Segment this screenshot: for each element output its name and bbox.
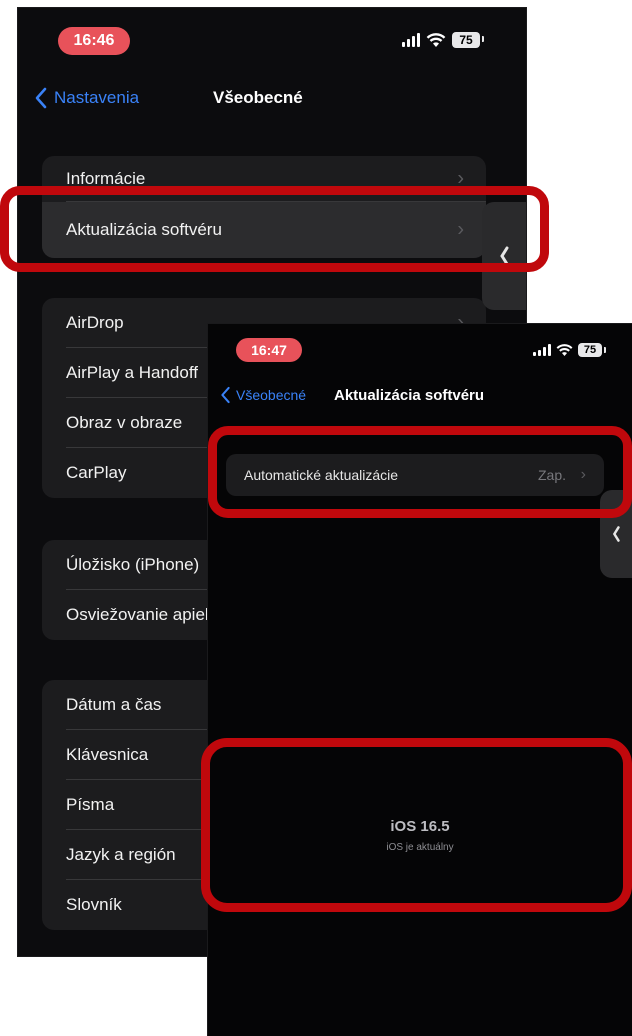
chevron-left-icon [612, 526, 620, 542]
row-label: Slovník [66, 895, 122, 914]
row-label: Jazyk a región [66, 845, 176, 864]
chevron-left-icon [221, 386, 230, 404]
wifi-icon [556, 343, 573, 356]
row-label: AirDrop [66, 313, 124, 332]
row-label: Dátum a čas [66, 695, 162, 714]
back-button[interactable]: Nastavenia [34, 87, 139, 109]
status-icons: 75 [402, 32, 484, 48]
row-label: CarPlay [66, 463, 127, 482]
status-time: 16:46 [58, 27, 130, 55]
battery-icon: 75 [578, 343, 606, 357]
page-title: Všeobecné [213, 88, 303, 107]
nav-bar: Nastavenia Všeobecné [18, 80, 526, 116]
back-label: Nastavenia [54, 88, 140, 107]
row-label: Úložisko (iPhone) [66, 555, 200, 574]
signal-icon [402, 33, 420, 47]
battery-icon: 75 [452, 32, 484, 48]
row-label: AirPlay a Handoff [66, 363, 198, 382]
highlight-software-update [0, 186, 549, 272]
row-label: Písma [66, 795, 115, 814]
nav-bar: Všeobecné Aktualizácia softvéru [208, 380, 632, 410]
highlight-automatic-updates [208, 426, 632, 518]
row-label: Obraz v obraze [66, 413, 183, 432]
wifi-icon [426, 32, 446, 47]
highlight-ios-version [201, 738, 632, 912]
signal-icon [533, 344, 551, 356]
chevron-left-icon [35, 87, 47, 109]
status-time: 16:47 [236, 338, 302, 362]
row-label: Klávesnica [66, 745, 149, 764]
back-button[interactable]: Všeobecné [220, 386, 306, 404]
back-label: Všeobecné [236, 387, 307, 403]
page-title: Aktualizácia softvéru [334, 386, 485, 404]
status-icons: 75 [533, 343, 606, 357]
